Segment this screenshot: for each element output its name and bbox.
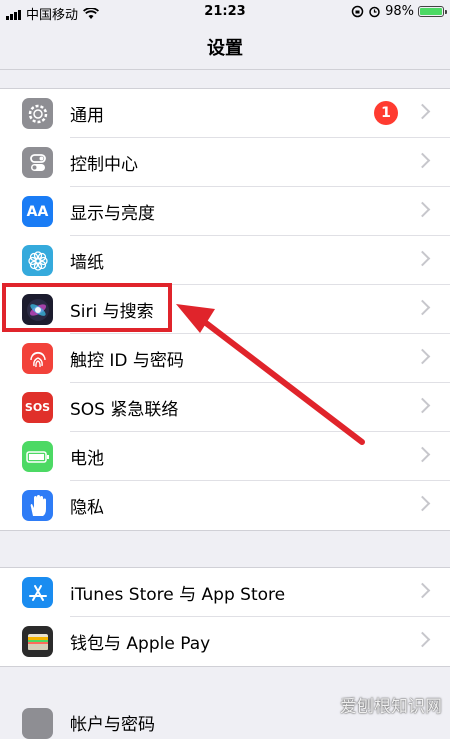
row-display-brightness[interactable]: AA 显示与亮度: [0, 187, 450, 236]
fingerprint-icon: [22, 343, 53, 374]
chevron-right-icon: [414, 582, 431, 599]
row-general[interactable]: 通用 1: [0, 89, 450, 138]
sos-icon: SOS: [22, 392, 53, 423]
status-bar: 中国移动 21:23 98%: [0, 0, 450, 24]
chevron-right-icon: [414, 495, 431, 512]
chevron-right-icon: [414, 397, 431, 414]
wallpaper-flower-icon: [22, 245, 53, 276]
settings-group-stores: iTunes Store 与 App Store 钱包与 Apple Pay: [0, 567, 450, 667]
row-wallet-apple-pay[interactable]: 钱包与 Apple Pay: [0, 617, 450, 666]
notification-badge: 1: [374, 101, 398, 125]
battery-icon: [22, 441, 53, 472]
rotation-lock-icon: [351, 5, 364, 18]
watermark-text: 爱刨根知识网: [340, 697, 442, 717]
row-sos[interactable]: SOS SOS 紧急联络: [0, 383, 450, 432]
chevron-right-icon: [414, 250, 431, 267]
gear-icon: [22, 98, 53, 129]
chevron-right-icon: [414, 299, 431, 316]
control-center-icon: [22, 147, 53, 178]
annotation-highlight-box: [2, 283, 172, 332]
row-label: 控制中心: [70, 155, 138, 175]
row-label-peek: 帐户与密码: [70, 715, 155, 735]
battery-percent: 98%: [385, 4, 414, 19]
alarm-icon: [369, 6, 380, 18]
row-label: 通用: [70, 106, 104, 126]
display-aa-icon: AA: [22, 196, 53, 227]
app-store-icon: [22, 577, 53, 608]
chevron-right-icon: [414, 348, 431, 365]
row-label: 墙纸: [70, 253, 104, 273]
row-label: 显示与亮度: [70, 204, 155, 224]
battery-fill: [420, 8, 442, 15]
row-label: 触控 ID 与密码: [70, 351, 184, 371]
row-label: 隐私: [70, 498, 104, 518]
nav-divider: [0, 69, 450, 70]
accounts-key-icon: [22, 708, 53, 739]
row-label: iTunes Store 与 App Store: [70, 585, 286, 605]
status-right: 98%: [351, 4, 447, 19]
wallet-icon: [22, 626, 53, 657]
row-label: 钱包与 Apple Pay: [70, 634, 211, 654]
row-control-center[interactable]: 控制中心: [0, 138, 450, 187]
chevron-right-icon: [414, 152, 431, 169]
row-label: SOS 紧急联络: [70, 400, 179, 420]
row-wallpaper[interactable]: 墙纸: [0, 236, 450, 285]
row-itunes-app-store[interactable]: iTunes Store 与 App Store: [0, 568, 450, 617]
row-label: 电池: [70, 449, 104, 469]
chevron-right-icon: [414, 201, 431, 218]
battery-icon: [418, 6, 447, 17]
row-touch-id-passcode[interactable]: 触控 ID 与密码: [0, 334, 450, 383]
chevron-right-icon: [414, 446, 431, 463]
row-battery[interactable]: 电池: [0, 432, 450, 481]
row-privacy[interactable]: 隐私: [0, 481, 450, 530]
chevron-right-icon: [414, 103, 431, 120]
hand-icon: [22, 490, 53, 521]
chevron-right-icon: [414, 631, 431, 648]
page-title: 设置: [207, 38, 243, 59]
